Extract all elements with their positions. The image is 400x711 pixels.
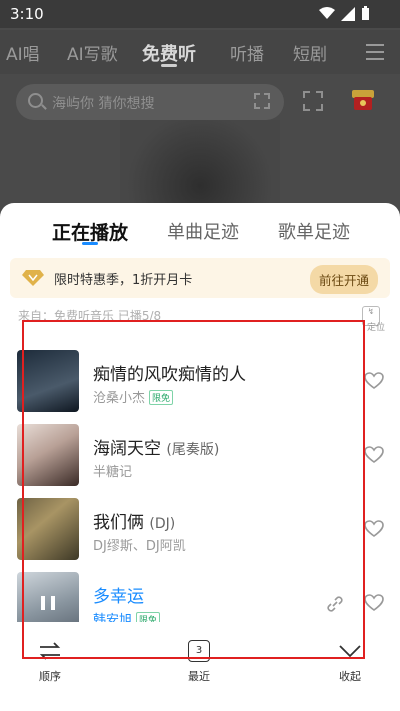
heart-icon[interactable] xyxy=(364,594,384,612)
link-icon[interactable] xyxy=(325,594,345,614)
diamond-icon xyxy=(22,270,44,286)
free-badge: 限免 xyxy=(149,390,174,405)
tab-short-drama[interactable]: 短剧 xyxy=(293,40,327,65)
wifi-icon xyxy=(319,7,335,19)
song-cover xyxy=(17,498,79,560)
search-icon xyxy=(28,93,43,108)
heart-icon[interactable] xyxy=(364,446,384,464)
heart-icon[interactable] xyxy=(364,520,384,538)
song-artist: DJ缪斯、DJ阿凯 xyxy=(93,539,186,554)
menu-icon[interactable] xyxy=(366,44,384,65)
list-item[interactable]: 海阔天空 (尾奏版) 半糖记 xyxy=(0,424,400,496)
sheet-tab-indicator xyxy=(82,242,98,245)
list-item[interactable]: 痴情的风吹痴情的人 沧桑小杰 限免 xyxy=(0,350,400,422)
tab-podcast[interactable]: 听播 xyxy=(230,40,264,65)
recognize-icon[interactable] xyxy=(302,90,324,112)
tab-song-history[interactable]: 单曲足迹 xyxy=(167,218,239,244)
search-placeholder: 海屿你 猜你想搜 xyxy=(52,96,155,112)
scan-icon[interactable] xyxy=(254,93,270,109)
chevron-down-icon xyxy=(339,645,361,658)
tab-free-listen[interactable]: 免费听 xyxy=(142,40,196,66)
locate-label: 定位 xyxy=(367,323,386,333)
tab-playlist-history[interactable]: 歌单足迹 xyxy=(278,218,350,244)
vip-open-button[interactable]: 前往开通 xyxy=(309,265,378,294)
collapse-label: 收起 xyxy=(339,670,361,683)
recent-count: 3 xyxy=(195,645,203,656)
top-nav: AI唱 AI写歌 免费听 听播 短剧 xyxy=(0,30,400,74)
vip-banner-text: 限时特惠季，1折开月卡 xyxy=(54,273,193,288)
gift-icon[interactable] xyxy=(350,86,376,112)
song-title: 多幸运 xyxy=(93,587,144,607)
play-order-label: 顺序 xyxy=(39,670,61,683)
song-cover xyxy=(17,350,79,412)
recent-count-icon: 3 xyxy=(188,640,210,662)
tab-ai-write[interactable]: AI写歌 xyxy=(67,40,118,65)
tab-indicator xyxy=(161,64,177,67)
heart-icon[interactable] xyxy=(364,372,384,390)
list-item[interactable]: 我们俩 (DJ) DJ缪斯、DJ阿凯 xyxy=(0,498,400,570)
now-playing-sheet: 正在播放 单曲足迹 歌单足迹 限时特惠季，1折开月卡 前往开通 来自：免费听音乐… xyxy=(0,203,400,711)
song-title: 我们俩 (DJ) xyxy=(93,513,176,533)
song-title: 痴情的风吹痴情的人 xyxy=(93,365,246,385)
recent-label: 最近 xyxy=(188,670,210,683)
tab-now-playing[interactable]: 正在播放 xyxy=(52,218,128,245)
tab-ai-sing[interactable]: AI唱 xyxy=(6,40,40,65)
status-time: 3:10 xyxy=(10,5,44,23)
sequence-icon xyxy=(39,642,61,660)
collapse-button[interactable]: 收起 xyxy=(338,640,362,684)
song-artist: 半糖记 xyxy=(93,465,133,480)
recent-button[interactable]: 3 最近 xyxy=(188,640,210,684)
status-icons xyxy=(319,6,370,21)
signal-icon xyxy=(341,6,355,21)
song-title: 海阔天空 (尾奏版) xyxy=(93,439,220,459)
sheet-bottom-bar: 顺序 3 最近 收起 xyxy=(0,622,400,711)
song-artist: 沧桑小杰 限免 xyxy=(93,387,174,406)
song-cover xyxy=(17,424,79,486)
status-bar: 3:10 xyxy=(0,0,400,28)
battery-icon xyxy=(362,6,369,20)
search-input[interactable]: 海屿你 猜你想搜 xyxy=(16,84,284,120)
vip-banner[interactable]: 限时特惠季，1折开月卡 前往开通 xyxy=(10,258,390,298)
play-order-button[interactable]: 顺序 xyxy=(38,640,62,684)
play-source: 来自：免费听音乐 已播5/8 xyxy=(18,309,162,323)
